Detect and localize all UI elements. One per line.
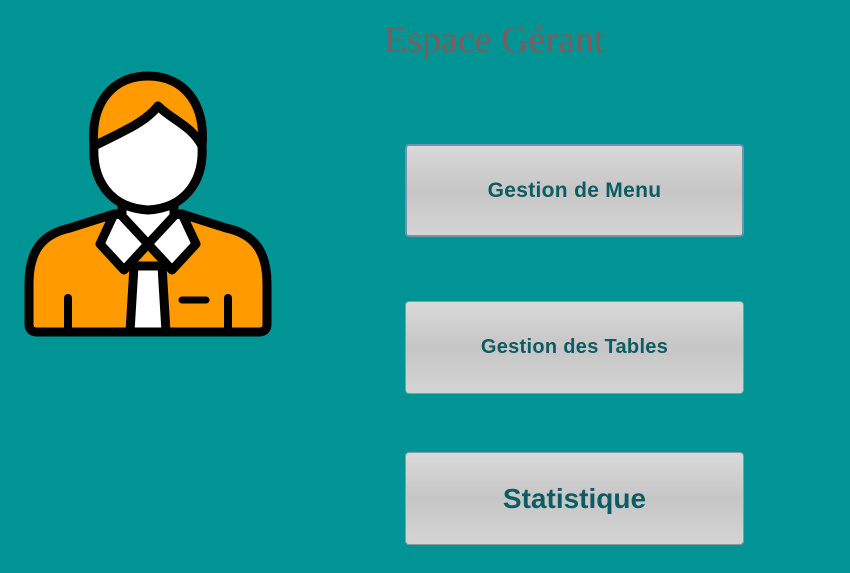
page-title: Espace Gérant: [384, 19, 605, 61]
statistique-button[interactable]: Statistique: [405, 452, 744, 545]
manager-avatar-icon: [24, 71, 272, 337]
gestion-menu-button[interactable]: Gestion de Menu: [405, 144, 744, 237]
gestion-tables-button[interactable]: Gestion des Tables: [405, 301, 744, 394]
